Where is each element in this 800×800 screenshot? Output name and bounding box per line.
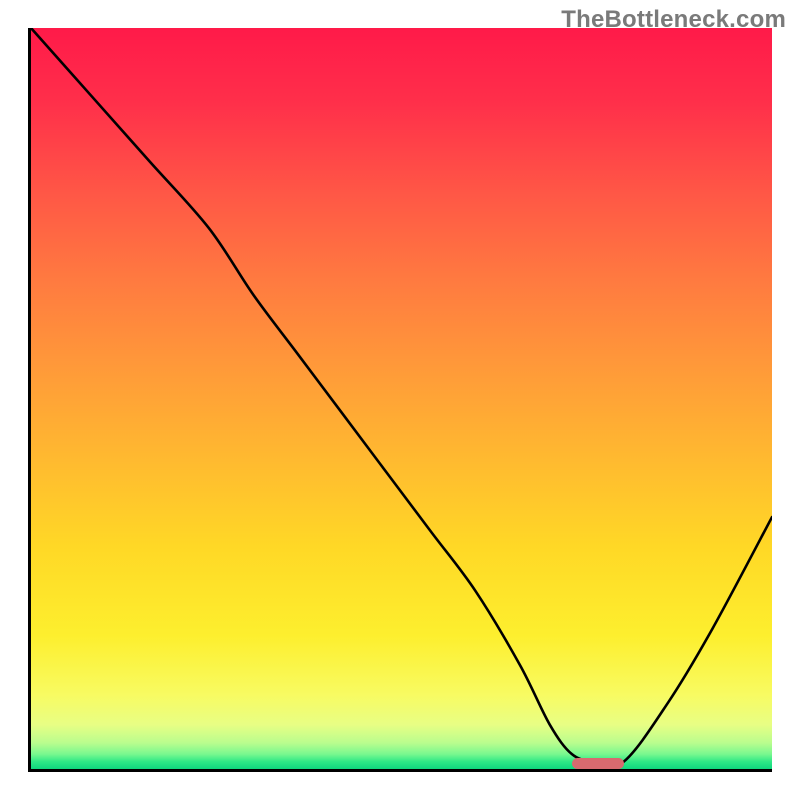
x-axis-line bbox=[28, 769, 772, 772]
optimal-range-marker bbox=[572, 758, 624, 769]
plot-area bbox=[31, 28, 772, 769]
chart-stage: TheBottleneck.com bbox=[0, 0, 800, 800]
bottleneck-curve bbox=[31, 28, 772, 769]
